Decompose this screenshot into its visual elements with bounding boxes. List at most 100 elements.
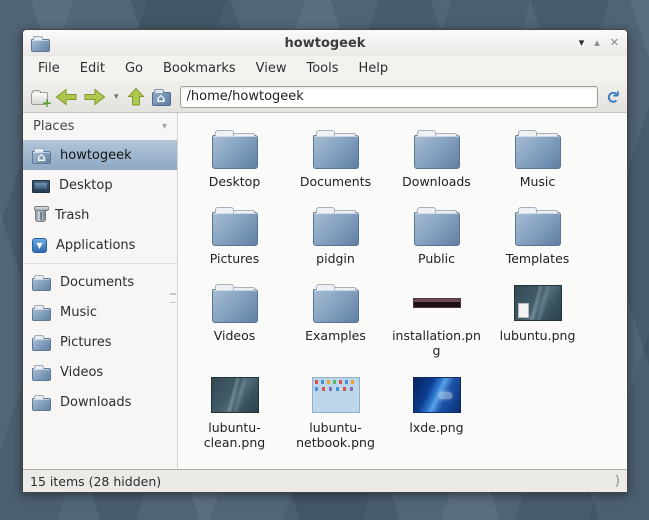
- folder-icon: [514, 130, 561, 169]
- places-dropdown-icon[interactable]: ▾: [162, 121, 167, 132]
- back-button[interactable]: [55, 85, 77, 109]
- sidebar-item-label: Downloads: [60, 394, 132, 410]
- trash-icon: [34, 206, 49, 222]
- sidebar-item-trash[interactable]: Trash: [23, 200, 177, 230]
- address-input[interactable]: [179, 85, 598, 108]
- folder-icon: [32, 334, 51, 351]
- file-name-label: Downloads: [402, 174, 471, 189]
- close-button[interactable]: ✕: [610, 35, 619, 51]
- sidebar-item-downloads[interactable]: Downloads: [23, 387, 177, 417]
- sidebar-item-desktop[interactable]: Desktop: [23, 170, 177, 200]
- file-item[interactable]: Music: [487, 121, 588, 198]
- file-name-label: Templates: [505, 251, 570, 266]
- file-name-label: Music: [519, 174, 556, 189]
- file-item[interactable]: Desktop: [184, 121, 285, 198]
- folder-icon: [211, 207, 258, 246]
- image-thumbnail: [311, 377, 360, 413]
- file-item[interactable]: Templates: [487, 198, 588, 275]
- file-icon-box: [211, 201, 258, 251]
- sidebar-item-pictures[interactable]: Pictures: [23, 327, 177, 357]
- file-item[interactable]: Pictures: [184, 198, 285, 275]
- file-item[interactable]: Downloads: [386, 121, 487, 198]
- folder-icon: [312, 284, 359, 323]
- file-icon-box: [514, 124, 561, 174]
- folder-icon: [413, 207, 460, 246]
- menu-tools[interactable]: Tools: [297, 58, 347, 79]
- back-arrow-icon: [55, 87, 77, 106]
- folder-icon: [312, 130, 359, 169]
- sidebar-item-documents[interactable]: Documents: [23, 267, 177, 297]
- file-item[interactable]: pidgin: [285, 198, 386, 275]
- folder-icon: [211, 284, 258, 323]
- forward-arrow-icon: [84, 87, 106, 106]
- menu-bookmarks[interactable]: Bookmarks: [154, 58, 245, 79]
- home-button[interactable]: [151, 85, 171, 109]
- file-icon-box: [311, 370, 360, 420]
- file-item[interactable]: Examples: [285, 275, 386, 367]
- places-header[interactable]: Places ▾: [23, 113, 177, 140]
- folder-icon: [32, 304, 51, 321]
- pane-splitter-grip[interactable]: [170, 293, 176, 303]
- folder-icon: [211, 130, 258, 169]
- window-title: howtogeek: [284, 35, 366, 51]
- file-icon-box: [413, 201, 460, 251]
- desktop-icon: [32, 179, 50, 193]
- files-pane[interactable]: Desktop Documents Downloads Music Pictures pi…: [178, 113, 627, 469]
- menu-bar: File Edit Go Bookmarks View Tools Help: [23, 56, 627, 81]
- file-item[interactable]: Videos: [184, 275, 285, 367]
- maximize-button[interactable]: ▴: [594, 35, 600, 51]
- file-icon-box: [210, 370, 259, 420]
- file-name-label: lubuntu.png: [499, 328, 576, 343]
- menu-edit[interactable]: Edit: [71, 58, 114, 79]
- forward-button[interactable]: [84, 85, 106, 109]
- file-item[interactable]: lubuntu-clean.png: [184, 367, 285, 459]
- shade-button[interactable]: ▾: [579, 35, 585, 51]
- file-name-label: Videos: [213, 328, 256, 343]
- image-thumbnail: [412, 298, 461, 308]
- file-item[interactable]: installation.png: [386, 275, 487, 367]
- new-window-button[interactable]: [31, 85, 52, 110]
- resize-grip[interactable]: ): [615, 474, 620, 489]
- folder-icon: [312, 207, 359, 246]
- history-dropdown-icon[interactable]: ▾: [113, 85, 120, 109]
- file-icon-box: [312, 201, 359, 251]
- file-item[interactable]: Public: [386, 198, 487, 275]
- menu-file[interactable]: File: [29, 58, 69, 79]
- file-name-label: pidgin: [316, 251, 355, 266]
- menu-go[interactable]: Go: [116, 58, 152, 79]
- file-name-label: Public: [418, 251, 455, 266]
- file-name-label: Examples: [305, 328, 366, 343]
- file-item[interactable]: lubuntu.png: [487, 275, 588, 367]
- file-name-label: lubuntu-clean.png: [203, 420, 266, 450]
- sidebar-item-applications[interactable]: Applications: [23, 230, 177, 260]
- refresh-button[interactable]: ↻: [602, 85, 622, 109]
- sidebar-item-label: Desktop: [59, 177, 113, 193]
- applications-icon: [32, 237, 47, 253]
- status-bar: 15 items (28 hidden) ): [23, 469, 627, 492]
- sidebar-item-videos[interactable]: Videos: [23, 357, 177, 387]
- file-item[interactable]: lxde.png: [386, 367, 487, 459]
- folder-icon: [413, 130, 460, 169]
- file-icon-box: [413, 124, 460, 174]
- image-thumbnail: [513, 285, 562, 321]
- file-icon-box: [513, 278, 562, 328]
- sidebar-item-label: howtogeek: [60, 147, 132, 163]
- sidebar-item-howtogeek[interactable]: howtogeek: [23, 140, 177, 170]
- file-item[interactable]: Documents: [285, 121, 386, 198]
- sidebar-item-music[interactable]: Music: [23, 297, 177, 327]
- file-icon-box: [211, 278, 258, 328]
- file-icon-box: [312, 278, 359, 328]
- up-button[interactable]: [126, 85, 145, 109]
- file-item[interactable]: lubuntu-netbook.png: [285, 367, 386, 459]
- places-sidebar: Places ▾ howtogeek Desktop Trash Applicatio…: [23, 113, 178, 469]
- file-icon-box: [412, 278, 461, 328]
- sidebar-item-label: Trash: [55, 207, 90, 223]
- image-thumbnail: [412, 377, 461, 413]
- folder-icon: [32, 274, 51, 291]
- menu-view[interactable]: View: [247, 58, 296, 79]
- file-manager-window: howtogeek ▾ ▴ ✕ File Edit Go Bookmarks View T…: [22, 29, 628, 493]
- menu-help[interactable]: Help: [350, 58, 398, 79]
- title-bar[interactable]: howtogeek ▾ ▴ ✕: [23, 30, 627, 56]
- file-icon-box: [514, 201, 561, 251]
- sidebar-item-label: Documents: [60, 274, 135, 290]
